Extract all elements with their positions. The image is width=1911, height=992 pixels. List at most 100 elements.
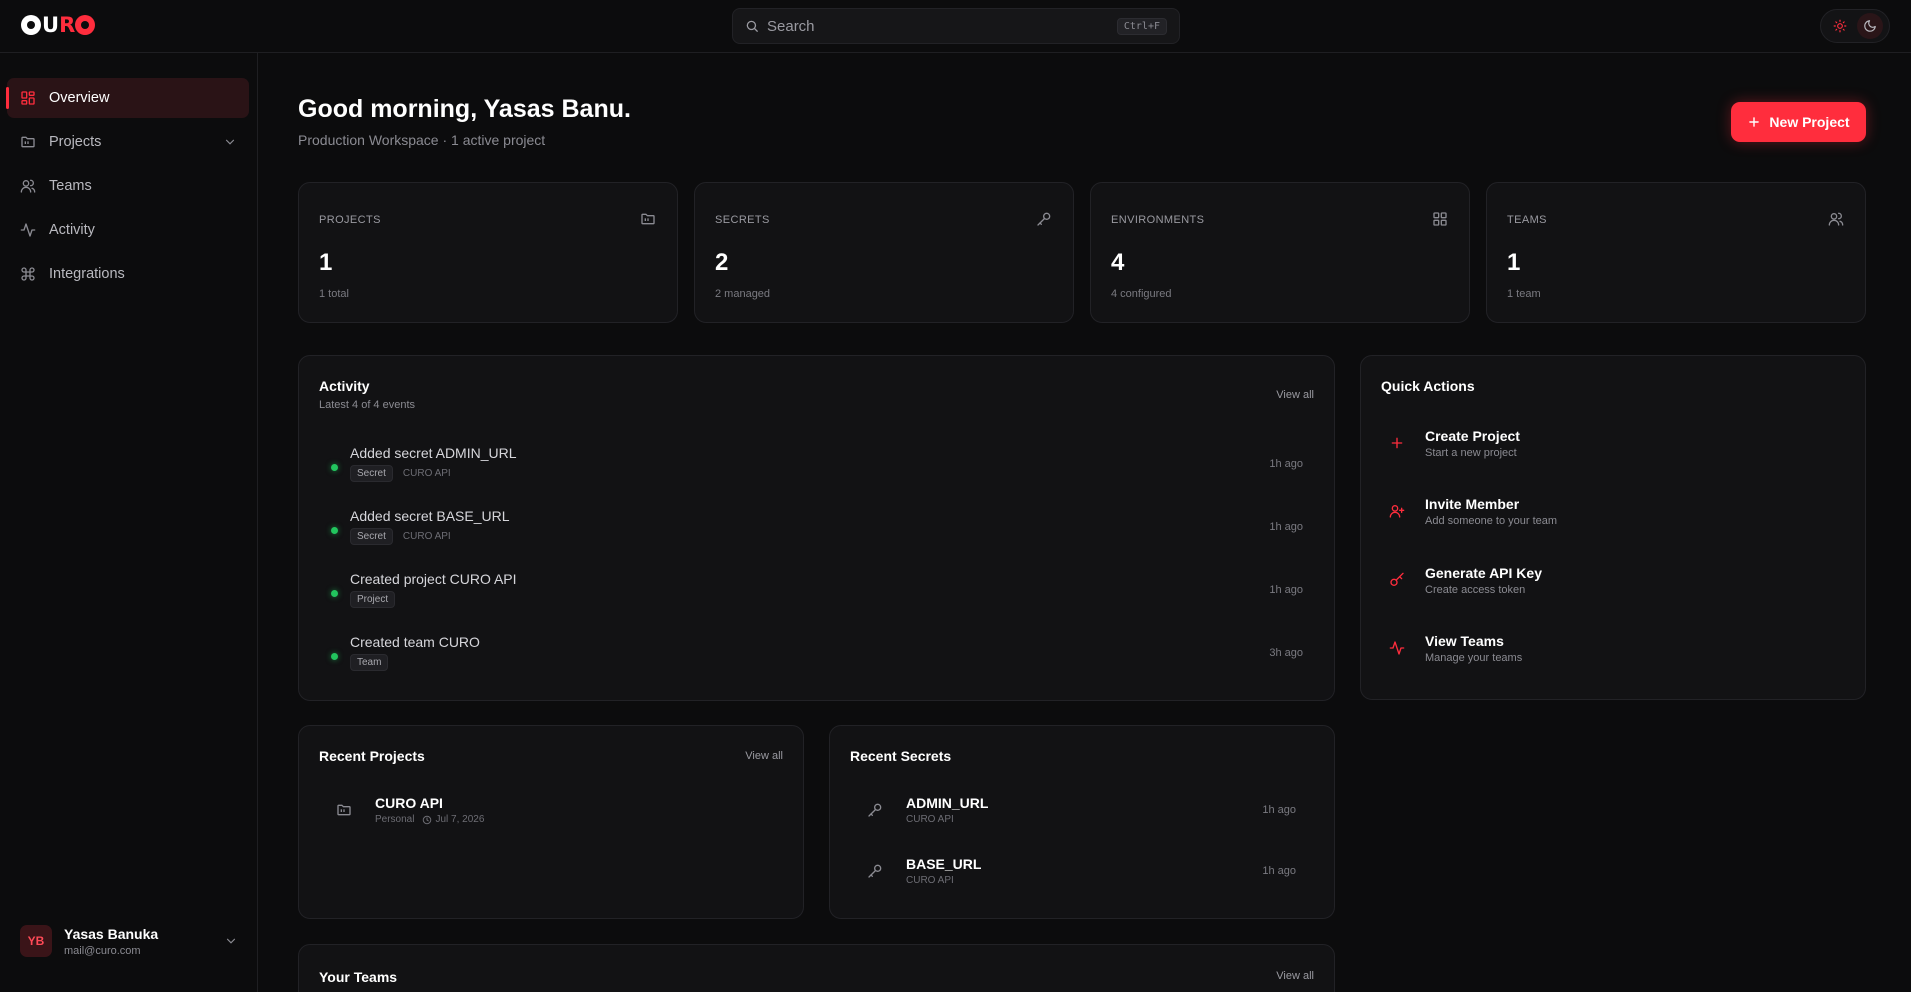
stat-card-teams[interactable]: TEAMS 1 1 team (1486, 182, 1866, 323)
your-teams-title: Your Teams (319, 969, 398, 985)
action-title: View Teams (1425, 632, 1504, 649)
logo-mark (21, 15, 41, 35)
activity-tag: Secret (350, 465, 393, 482)
sidebar-item-label: Projects (49, 134, 102, 150)
new-project-button[interactable]: New Project (1731, 102, 1866, 142)
key-icon (866, 802, 884, 818)
sidebar-item-projects[interactable]: Projects (7, 122, 249, 162)
plus-icon (1747, 115, 1761, 129)
create-project-action[interactable]: Create Project Start a new project (1385, 419, 1845, 467)
activity-row[interactable]: Added secret ADMIN_URL Secret CURO API 1… (331, 441, 1303, 497)
search-bar[interactable]: Search Ctrl+F (732, 8, 1180, 44)
sidebar-item-label: Activity (49, 222, 95, 238)
stat-label: TEAMS (1507, 214, 1547, 226)
chevron-down-icon[interactable] (223, 135, 237, 149)
recent-projects-view-all-link[interactable]: View all (745, 750, 783, 762)
activity-text: Created team CURO (350, 634, 480, 650)
action-title: Generate API Key (1425, 564, 1542, 581)
user-plus-icon (1385, 499, 1409, 523)
users-icon (1828, 211, 1844, 227)
search-shortcut-hint: Ctrl+F (1116, 17, 1167, 35)
activity-title: Activity (319, 378, 370, 394)
stat-label: SECRETS (715, 214, 770, 226)
command-icon (19, 265, 37, 283)
stat-value: 2 (715, 249, 729, 276)
recent-secrets-title: Recent Secrets (850, 748, 952, 764)
dark-mode-button[interactable] (1857, 13, 1883, 39)
activity-text: Added secret ADMIN_URL (350, 445, 517, 461)
activity-icon (1385, 636, 1409, 660)
secret-project: CURO API (906, 875, 954, 886)
user-menu[interactable]: YB Yasas Banuka mail@curo.com (10, 915, 248, 967)
stat-card-secrets[interactable]: SECRETS 2 2 managed (694, 182, 1074, 323)
status-dot (331, 527, 338, 534)
activity-row[interactable]: Created team CURO Team 3h ago (331, 630, 1303, 686)
folder-icon (640, 211, 656, 227)
activity-icon (19, 221, 37, 239)
activity-project: CURO API (402, 468, 451, 479)
search-input[interactable]: Search (767, 18, 1117, 35)
status-dot (331, 653, 338, 660)
sidebar-item-integrations[interactable]: Integrations (7, 254, 249, 294)
secret-name: ADMIN_URL (906, 795, 989, 811)
recent-projects-card: Recent Projects View all CURO API Person… (298, 725, 804, 919)
view-teams-action[interactable]: View Teams Manage your teams (1385, 624, 1845, 672)
app-logo[interactable]: U R (21, 13, 96, 37)
logo-letter-u: U (42, 13, 59, 37)
activity-time: 1h ago (1269, 458, 1303, 470)
users-icon (19, 177, 37, 195)
stat-card-projects[interactable]: PROJECTS 1 1 total (298, 182, 678, 323)
page-title: Good morning, Yasas Banu. (298, 95, 631, 123)
activity-view-all-link[interactable]: View all (1276, 389, 1314, 401)
new-project-label: New Project (1769, 114, 1850, 130)
user-name: Yasas Banuka (64, 925, 159, 942)
generate-api-key-action[interactable]: Generate API Key Create access token (1385, 556, 1845, 604)
user-email: mail@curo.com (64, 944, 141, 957)
project-row[interactable]: CURO API Personal Jul 7, 2026 (335, 788, 765, 832)
your-teams-card: Your Teams View all (298, 944, 1335, 992)
stat-note: 4 configured (1111, 288, 1172, 300)
invite-member-action[interactable]: Invite Member Add someone to your team (1385, 487, 1845, 535)
secret-time: 1h ago (1262, 865, 1296, 877)
theme-toggle[interactable] (1820, 9, 1890, 43)
folder-icon (335, 802, 353, 818)
moon-icon (1863, 19, 1877, 33)
stat-value: 1 (1507, 249, 1521, 276)
sidebar-item-label: Integrations (49, 266, 125, 282)
secret-row[interactable]: ADMIN_URL CURO API 1h ago (866, 788, 1296, 832)
action-subtitle: Add someone to your team (1425, 514, 1558, 527)
folder-icon (19, 133, 37, 151)
key-icon (1385, 568, 1409, 592)
secret-time: 1h ago (1262, 804, 1296, 816)
key-icon (1036, 211, 1052, 227)
activity-project: CURO API (402, 531, 451, 542)
stat-note: 1 total (319, 288, 349, 300)
activity-time: 3h ago (1269, 647, 1303, 659)
light-mode-button[interactable] (1827, 13, 1853, 39)
secret-project: CURO API (906, 814, 954, 825)
status-dot (331, 464, 338, 471)
recent-secrets-card: Recent Secrets ADMIN_URL CURO API 1h ago… (829, 725, 1335, 919)
sidebar-item-teams[interactable]: Teams (7, 166, 249, 206)
sidebar-item-overview[interactable]: Overview (6, 78, 249, 118)
sidebar-item-label: Teams (49, 178, 92, 194)
activity-row[interactable]: Added secret BASE_URL Secret CURO API 1h… (331, 504, 1303, 560)
sidebar-nav: Overview Projects Teams Activity Integra… (6, 78, 249, 298)
chevron-down-icon[interactable] (224, 934, 238, 948)
secret-row[interactable]: BASE_URL CURO API 1h ago (866, 849, 1296, 893)
logo-letter-r: R (59, 13, 75, 37)
quick-actions-title: Quick Actions (1381, 378, 1475, 394)
stat-value: 1 (319, 249, 333, 276)
stat-note: 1 team (1507, 288, 1541, 300)
secret-name: BASE_URL (906, 856, 982, 872)
action-title: Invite Member (1425, 495, 1520, 512)
sun-icon (1833, 19, 1847, 33)
stat-card-environments[interactable]: ENVIRONMENTS 4 4 configured (1090, 182, 1470, 323)
quick-actions-card: Quick Actions Create Project Start a new… (1360, 355, 1866, 700)
sidebar-item-activity[interactable]: Activity (7, 210, 249, 250)
grid-icon (19, 89, 37, 107)
activity-row[interactable]: Created project CURO API Project 1h ago (331, 567, 1303, 623)
search-icon (745, 19, 759, 33)
your-teams-view-all-link[interactable]: View all (1276, 970, 1314, 982)
top-bar: U R Search Ctrl+F (0, 0, 1911, 53)
